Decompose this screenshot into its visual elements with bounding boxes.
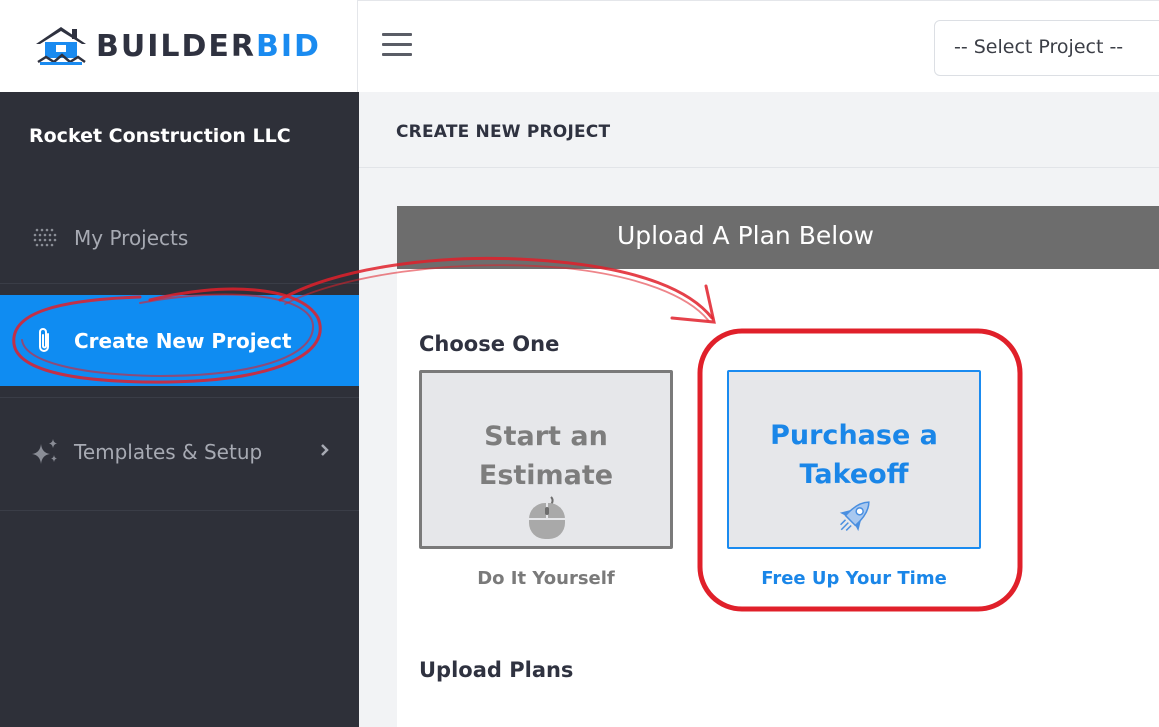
page-title: CREATE NEW PROJECT	[396, 122, 611, 142]
upload-plans-label: Upload Plans	[419, 658, 574, 682]
card-title: Purchase a Takeoff	[770, 420, 938, 490]
divider	[0, 510, 359, 511]
start-estimate-card[interactable]: Start an Estimate	[419, 370, 673, 549]
main-content: CREATE NEW PROJECT Upload A Plan Below C…	[359, 92, 1159, 727]
sidebar-item-create-new-project[interactable]: Create New Project	[0, 295, 359, 386]
sidebar-item-label: Templates & Setup	[74, 440, 263, 464]
company-name: Rocket Construction LLC	[29, 125, 291, 147]
purchase-takeoff-card[interactable]: Purchase a Takeoff	[727, 370, 981, 549]
choose-one-label: Choose One	[419, 332, 560, 356]
brand-logo-area[interactable]: BUILDERBID	[0, 0, 358, 92]
sidebar: Rocket Construction LLC My Projects Crea…	[0, 92, 359, 727]
card-title: Start an Estimate	[478, 421, 614, 491]
card-subtitle: Free Up Your Time	[761, 568, 947, 589]
hamburger-icon[interactable]	[382, 33, 412, 57]
sparkle-icon	[29, 436, 61, 468]
card-subtitle: Do It Yourself	[477, 568, 615, 589]
divider	[0, 397, 359, 398]
mouse-icon	[529, 496, 565, 539]
rocket-icon	[839, 501, 870, 532]
sidebar-item-my-projects[interactable]: My Projects	[0, 204, 359, 272]
project-select[interactable]: -- Select Project --	[934, 20, 1159, 76]
house-logo-icon	[36, 27, 86, 65]
sidebar-item-label: My Projects	[74, 226, 189, 250]
paperclip-icon	[29, 325, 61, 357]
top-bar: -- Select Project --	[358, 0, 1159, 92]
upload-banner: Upload A Plan Below	[397, 206, 1159, 269]
chevron-right-icon	[321, 444, 329, 456]
create-project-panel: Upload A Plan Below Choose One Start an …	[397, 206, 1159, 727]
brand-name: BUILDERBID	[96, 29, 321, 64]
dots-grid-icon	[29, 222, 61, 254]
sidebar-item-templates-setup[interactable]: Templates & Setup	[0, 417, 359, 487]
divider	[0, 283, 359, 284]
brand-name-part1: BUILDER	[96, 28, 257, 64]
brand-name-part2: BID	[256, 28, 321, 64]
sidebar-item-label: Create New Project	[74, 328, 292, 353]
page-header: CREATE NEW PROJECT	[359, 92, 1159, 168]
